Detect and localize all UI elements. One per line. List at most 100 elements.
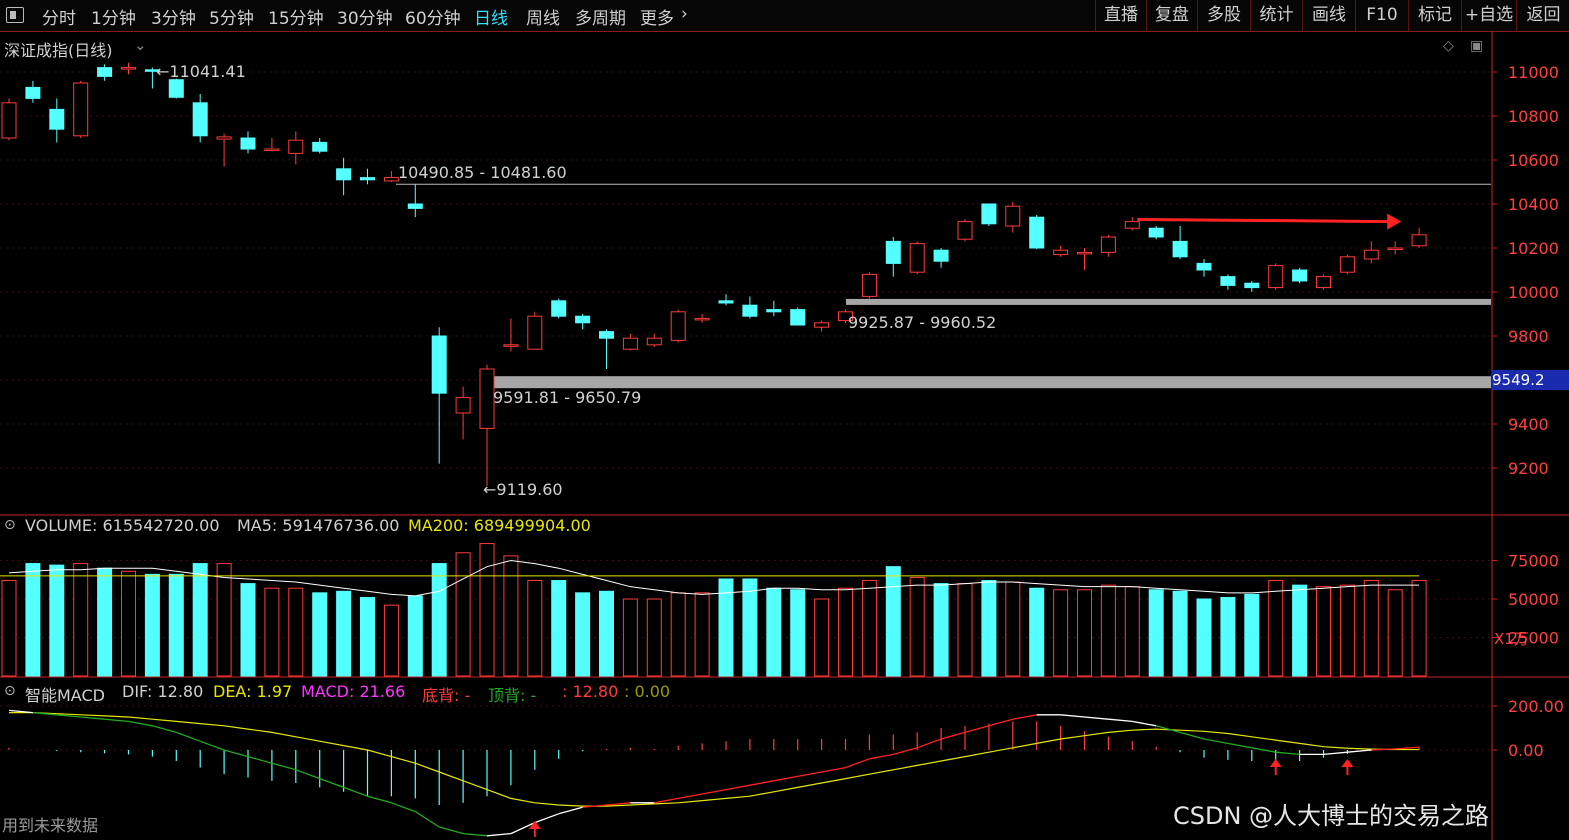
dif-line-segment (654, 797, 679, 804)
signal-arrow-head (1269, 759, 1282, 767)
candle-body (168, 79, 184, 98)
period-tab-30min[interactable]: 30分钟 (337, 4, 393, 29)
back-button[interactable]: 返回 (1516, 0, 1569, 31)
menu-toggle-icon[interactable] (6, 7, 24, 23)
candle-body (718, 300, 734, 304)
bottom-divergence: 底背: - (422, 686, 471, 705)
candle-body (121, 67, 136, 70)
volume-bar (1, 580, 17, 677)
dif-line-segment (1084, 716, 1109, 720)
dif-line-segment (1012, 714, 1037, 720)
replay-button[interactable]: 复盘 (1146, 0, 1197, 31)
dif-line-segment (414, 811, 440, 828)
volume-bar (909, 576, 925, 677)
annotation-arrow (1137, 217, 1390, 224)
dif-line-segment (104, 718, 129, 723)
extra-value-1: : 12.80 (562, 682, 619, 701)
live-button[interactable]: 直播 (1095, 0, 1146, 31)
chevron-down-icon[interactable]: ⌄ (134, 36, 147, 54)
chart-canvas[interactable]: 9200940096009800100001020010400106001080… (0, 31, 1569, 840)
period-tab-60min[interactable]: 60分钟 (405, 4, 461, 29)
dif-line-segment (128, 720, 153, 727)
level-label-3: 9591.81 - 9650.79 (493, 388, 642, 407)
multi-stock-button[interactable]: 多股 (1197, 0, 1250, 31)
dif-line-segment (152, 725, 177, 734)
period-tab-fenshi[interactable]: 分时 (42, 4, 76, 29)
collapse-icon[interactable]: ⊙ (4, 683, 16, 699)
period-tab-1min[interactable]: 1分钟 (91, 4, 136, 29)
candle-body (25, 86, 41, 99)
candle-body (885, 240, 901, 264)
candle-body (383, 177, 399, 182)
candle-body (312, 141, 328, 152)
volume-bar (766, 587, 782, 677)
period-tab-more[interactable]: 更多 (640, 4, 674, 29)
dif-line-segment (725, 784, 751, 791)
dif-line-segment (940, 731, 966, 740)
macd-value: MACD: 21.66 (301, 682, 406, 701)
diamond-icon[interactable]: ◇ (1443, 38, 1454, 54)
y-tick-label: 200.00 (1508, 697, 1564, 716)
volume-bar (25, 563, 41, 677)
period-tab-5min[interactable]: 5分钟 (209, 4, 254, 29)
support-level-band (846, 298, 1491, 305)
dif-line-segment (343, 786, 368, 797)
candle-body (933, 249, 949, 262)
volume-bar (407, 595, 423, 677)
candle-body (240, 137, 256, 150)
dif-line-segment (247, 755, 273, 764)
volume-bar (1387, 589, 1403, 677)
period-tab-15min[interactable]: 15分钟 (268, 4, 324, 29)
dif-line-segment (486, 832, 511, 837)
dif-value: DIF: 12.80 (122, 682, 204, 701)
volume-bar (646, 598, 662, 677)
candle-body (551, 300, 567, 317)
volume-bar (360, 596, 375, 677)
dif-line-segment (916, 738, 942, 749)
volume-bar (1196, 598, 1212, 677)
high-price-label: ←11041.41 (156, 62, 246, 81)
candle-body (192, 102, 208, 137)
y-tick-label: 11000 (1508, 63, 1559, 82)
volume-bar (1363, 580, 1379, 677)
candle-body (909, 243, 925, 273)
dif-line-segment (869, 753, 894, 760)
y-tick-label: 50000 (1508, 590, 1559, 609)
volume-bar (814, 598, 830, 677)
period-tab-daily[interactable]: 日线 (474, 4, 508, 29)
chevron-right-icon[interactable]: › (681, 4, 688, 24)
candle-body (694, 317, 710, 321)
candle-body (1387, 247, 1403, 250)
volume-bar (216, 563, 232, 677)
level-label-2: 9925.87 - 9960.52 (848, 313, 997, 332)
candle-body (1339, 256, 1355, 273)
volume-bar (861, 580, 877, 677)
draw-line-button[interactable]: 画线 (1302, 0, 1355, 31)
volume-bar (1005, 581, 1021, 677)
volume-bar (168, 573, 184, 677)
y-tick-label: 10400 (1508, 195, 1559, 214)
dif-line-segment (893, 747, 918, 756)
collapse-icon[interactable]: ⊙ (4, 517, 16, 533)
panel-maximize-icon[interactable]: ▣ (1470, 38, 1483, 54)
volume-bar (694, 592, 710, 677)
period-tab-3min[interactable]: 3分钟 (151, 4, 196, 29)
stats-button[interactable]: 统计 (1250, 0, 1302, 31)
support-level-band (490, 376, 1491, 389)
add-watchlist-button[interactable]: +自选 (1461, 0, 1516, 31)
volume-bar (1077, 589, 1092, 677)
candle-body (455, 397, 471, 414)
mark-button[interactable]: 标记 (1408, 0, 1461, 31)
chart-title: 深证成指(日线) (4, 41, 113, 60)
dif-line-segment (821, 766, 846, 773)
current-price-tag: 9549.2 (1492, 370, 1569, 390)
dea-value: DEA: 1.97 (213, 682, 293, 701)
candle-body (1148, 227, 1164, 238)
f10-button[interactable]: F10 (1355, 0, 1408, 31)
period-tab-weekly[interactable]: 周线 (526, 4, 560, 29)
volume-bar (1339, 584, 1355, 677)
candle-body (1316, 276, 1331, 289)
dif-line-segment (797, 771, 822, 778)
period-tab-multi[interactable]: 多周期 (575, 4, 626, 29)
candle-body (814, 322, 830, 328)
